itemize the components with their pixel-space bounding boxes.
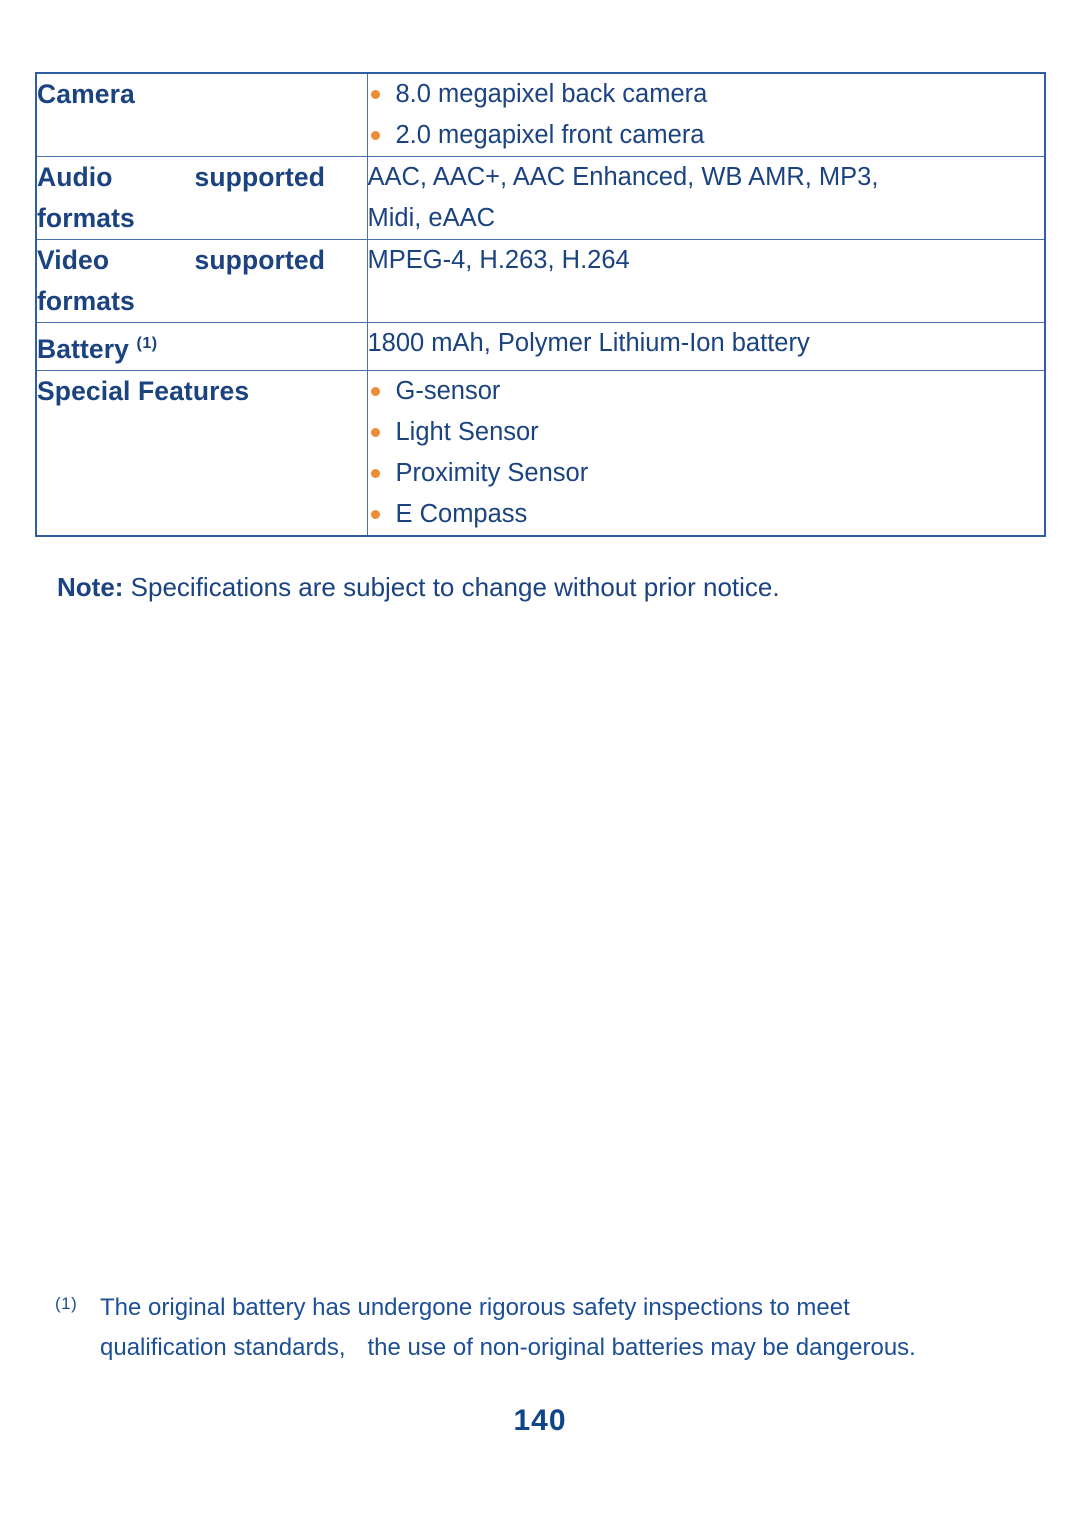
table-row: Video supported formats MPEG-4, H.263, H…	[35, 239, 1046, 323]
spec-label-line-1: Video supported	[37, 240, 325, 281]
spec-label-video-formats: Video supported formats	[35, 239, 368, 323]
value-line: Midi, eAAC	[367, 204, 496, 232]
bullet-dot-icon	[370, 386, 380, 396]
specifications-table: Camera 8.0 megapixel back camera 2.0 meg…	[35, 72, 1046, 537]
spec-label-line-1: Audio supported	[37, 157, 325, 198]
document-page: Camera 8.0 megapixel back camera 2.0 meg…	[0, 0, 1080, 1535]
spec-label-line-2: formats	[37, 203, 135, 233]
list-item: E Compass	[368, 494, 1045, 535]
spec-label-word: Battery	[37, 333, 130, 364]
note-text: Specifications are subject to change wit…	[123, 572, 780, 602]
spec-value-audio-formats: AAC, AAC+, AAC Enhanced, WB AMR, MP3, Mi…	[366, 156, 1046, 240]
spec-value-special-features: G-sensor Light Sensor Proximity Sensor E…	[366, 369, 1046, 537]
list-item-label: G-sensor	[395, 376, 501, 405]
bullet-list: G-sensor Light Sensor Proximity Sensor E…	[368, 371, 1045, 535]
value-line: AAC, AAC+, AAC Enhanced, WB AMR, MP3,	[367, 163, 879, 191]
page-number: 140	[513, 1404, 567, 1437]
footnote-body: The original battery has undergone rigor…	[100, 1288, 1015, 1368]
table-row: Battery (1) 1800 mAh, Polymer Lithium-Io…	[35, 322, 1046, 371]
footnote-marker: (1)	[55, 1294, 78, 1313]
list-item-label: E Compass	[395, 499, 528, 528]
spec-label-audio-formats: Audio supported formats	[35, 156, 368, 240]
list-item: 8.0 megapixel back camera	[368, 74, 1045, 115]
footnote-line-part: the use of non-original batteries may be…	[367, 1334, 916, 1361]
bullet-dot-icon	[370, 509, 380, 519]
spec-label-battery: Battery (1)	[35, 322, 368, 371]
spec-label-text: Battery (1)	[37, 323, 367, 370]
spec-label-word: Video	[37, 245, 110, 275]
footnote-battery: (1) The original battery has undergone r…	[55, 1288, 1015, 1368]
spec-label-text: Special Features	[37, 375, 250, 406]
footnote-line: The original battery has undergone rigor…	[100, 1294, 850, 1321]
list-item: Light Sensor	[368, 412, 1045, 453]
spec-value-battery: 1800 mAh, Polymer Lithium-Ion battery	[366, 322, 1046, 371]
spec-label-word: supported	[194, 245, 325, 275]
table-row: Special Features G-sensor Light Sensor P…	[35, 369, 1046, 537]
bullet-dot-icon	[370, 131, 380, 140]
bullet-dot-icon	[370, 427, 380, 437]
spec-label-special-features: Special Features	[35, 369, 368, 537]
value-line: 1800 mAh, Polymer Lithium-Ion battery	[367, 329, 810, 357]
list-item-label: 8.0 megapixel back camera	[395, 80, 708, 108]
spec-label-camera: Camera	[35, 72, 368, 157]
table-row: Camera 8.0 megapixel back camera 2.0 meg…	[35, 72, 1046, 157]
list-item-label: Light Sensor	[395, 417, 539, 446]
value-line: MPEG-4, H.263, H.264	[367, 246, 630, 274]
list-item-label: 2.0 megapixel front camera	[395, 121, 705, 149]
specifications-note: Note: Specifications are subject to chan…	[57, 567, 1017, 607]
bullet-dot-icon	[370, 468, 380, 478]
note-label: Note:	[57, 572, 124, 602]
footnote-line: qualification standards, the use of non-o…	[100, 1328, 1015, 1368]
footnote-line-part: qualification standards,	[100, 1334, 346, 1361]
list-item: Proximity Sensor	[368, 453, 1045, 494]
spec-label-word: Audio	[37, 162, 113, 192]
list-item: G-sensor	[368, 371, 1045, 412]
table-row: Audio supported formats AAC, AAC+, AAC E…	[35, 156, 1046, 240]
spec-value-camera: 8.0 megapixel back camera 2.0 megapixel …	[366, 72, 1046, 157]
list-item-label: Proximity Sensor	[395, 458, 589, 487]
spec-label-text: Camera	[37, 79, 135, 109]
footnote-reference-marker: (1)	[136, 335, 158, 352]
list-item: 2.0 megapixel front camera	[368, 115, 1045, 156]
bullet-list: 8.0 megapixel back camera 2.0 megapixel …	[368, 74, 1045, 156]
spec-label-line-2: formats	[37, 286, 135, 316]
spec-label-word: supported	[194, 162, 325, 192]
bullet-dot-icon	[370, 90, 380, 99]
spec-value-video-formats: MPEG-4, H.263, H.264	[366, 239, 1046, 323]
